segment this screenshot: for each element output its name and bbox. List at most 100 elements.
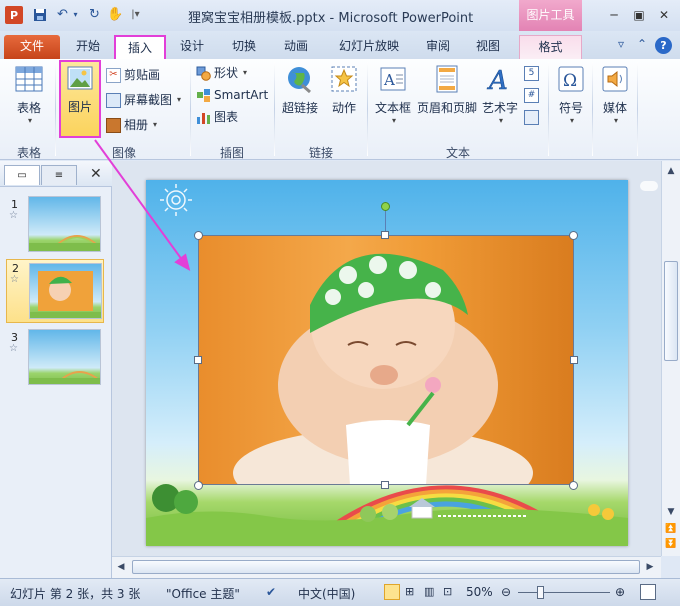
album-button[interactable]: 相册 ▾ <box>106 115 157 135</box>
slides-tab-icon[interactable]: ▭ <box>4 165 40 185</box>
format-painter-icon[interactable]: ✋ <box>107 6 124 23</box>
hyperlink-globe-icon <box>284 63 316 95</box>
resize-handle-top-left[interactable] <box>194 231 203 240</box>
scroll-down-icon[interactable]: ▼ <box>665 506 677 518</box>
tab-transitions[interactable]: 切换 <box>224 35 264 59</box>
rotation-handle[interactable] <box>381 202 390 211</box>
picture-label: 图片 <box>67 100 92 114</box>
picture-button[interactable]: 图片 <box>59 60 101 138</box>
clipart-button[interactable]: ✂ 剪贴画 <box>106 65 160 85</box>
zoom-in-icon[interactable]: ⊕ <box>615 585 625 599</box>
slide-sorter-view-icon[interactable]: ⊞ <box>405 585 414 598</box>
title-bar: P ↶ ▾ ↻ ✋ |▾ 狸窝宝宝相册模板.pptx - Microsoft P… <box>0 0 680 31</box>
resize-handle-right[interactable] <box>570 356 578 364</box>
redo-icon[interactable]: ↻ <box>86 6 103 23</box>
horizontal-scroll-thumb[interactable] <box>132 560 640 574</box>
zoom-slider-thumb[interactable] <box>537 586 544 599</box>
slide-number-icon: # <box>524 87 539 103</box>
scroll-up-icon[interactable]: ▲ <box>665 165 677 177</box>
slide-thumbnail-image <box>28 329 101 385</box>
smartart-label: SmartArt <box>214 88 269 102</box>
symbol-button[interactable]: Ω 符号 ▾ <box>553 63 589 125</box>
date-time-button[interactable]: 5 <box>524 63 539 83</box>
textbox-icon: A <box>377 63 409 95</box>
tab-file[interactable]: 文件 <box>4 35 60 59</box>
screenshot-button[interactable]: 屏幕截图 ▾ <box>106 90 181 110</box>
slides-pane: ▭ ≡ ✕ 1 ☆ 2 ☆ 3 ☆ <box>0 161 112 578</box>
resize-handle-left[interactable] <box>194 356 202 364</box>
next-slide-icon[interactable]: ⏬ <box>665 538 677 550</box>
shapes-icon <box>196 66 211 81</box>
help-icon[interactable]: ? <box>655 37 672 54</box>
smartart-button[interactable]: SmartArt <box>196 85 268 105</box>
album-dropdown-icon: ▾ <box>153 120 158 129</box>
chart-button[interactable]: 图表 <box>196 107 238 127</box>
previous-slide-icon[interactable]: ⏫ <box>665 523 677 535</box>
tab-view[interactable]: 视图 <box>468 35 508 59</box>
fit-to-window-icon[interactable] <box>640 584 656 600</box>
header-footer-button[interactable]: 页眉和页脚 <box>416 63 478 116</box>
customize-toolbar-icon[interactable]: |▾ <box>127 6 144 23</box>
hyperlink-label: 超链接 <box>281 101 318 115</box>
status-bar: 幻灯片 第 2 张，共 3 张 "Office 主题" ✔ 中文(中国) ⊞ ▥… <box>0 578 680 606</box>
clipart-icon: ✂ <box>106 67 121 83</box>
minimize-ribbon-icon[interactable]: ⌃ <box>637 37 647 51</box>
zoom-level[interactable]: 50% <box>466 585 493 599</box>
scroll-left-icon[interactable]: ◀ <box>115 561 127 573</box>
tab-design[interactable]: 设计 <box>172 35 212 59</box>
wordart-button[interactable]: A 艺术字 ▾ <box>480 63 520 125</box>
normal-view-icon[interactable] <box>384 584 400 600</box>
language-indicator[interactable]: 中文(中国) <box>298 585 355 602</box>
window-title: 狸窝宝宝相册模板.pptx - Microsoft PowerPoint <box>188 11 474 26</box>
slideshow-view-icon[interactable]: ⊡ <box>443 585 452 598</box>
resize-handle-bottom[interactable] <box>381 481 389 489</box>
svg-text:A: A <box>383 71 395 89</box>
resize-handle-bottom-right[interactable] <box>569 481 578 490</box>
slide-thumbnail-1[interactable]: 1 ☆ <box>0 196 112 258</box>
undo-dropdown-icon[interactable]: ▾ <box>67 6 84 23</box>
object-button[interactable] <box>524 107 539 127</box>
theme-name[interactable]: "Office 主题" <box>166 585 240 602</box>
tab-home[interactable]: 开始 <box>68 35 108 59</box>
tab-slideshow[interactable]: 幻灯片放映 <box>332 35 406 59</box>
save-icon[interactable] <box>31 6 48 23</box>
minimize-icon[interactable]: ─ <box>603 6 625 24</box>
vertical-scroll-thumb[interactable] <box>664 261 678 361</box>
resize-handle-top-right[interactable] <box>569 231 578 240</box>
textbox-button[interactable]: A 文本框 ▾ <box>372 63 414 125</box>
header-footer-label: 页眉和页脚 <box>416 101 477 115</box>
close-pane-icon[interactable]: ✕ <box>90 166 102 182</box>
table-button[interactable]: 表格 ▾ <box>8 63 50 125</box>
ribbon-insert: 表格 ▾ 表格 图片 ✂ 剪贴画 屏幕截图 ▾ 相册 ▾ 图像 形状 ▾ Sma… <box>0 59 680 160</box>
ribbon-dropdown-icon[interactable]: ▿ <box>618 37 624 51</box>
tab-animations[interactable]: 动画 <box>276 35 316 59</box>
slide-number-button[interactable]: # <box>524 85 539 105</box>
outline-tab-icon[interactable]: ≡ <box>41 165 77 185</box>
vertical-scrollbar[interactable]: ▲ ▼ ⏫ ⏬ <box>661 161 680 556</box>
hyperlink-button[interactable]: 超链接 <box>280 63 320 116</box>
tab-format[interactable]: 格式 <box>519 35 582 59</box>
powerpoint-app-icon[interactable]: P <box>5 6 23 24</box>
current-slide[interactable] <box>146 180 628 546</box>
reading-view-icon[interactable]: ▥ <box>424 585 434 598</box>
media-button[interactable]: 媒体 ▾ <box>597 63 633 125</box>
group-label-images: 图像 <box>111 146 136 160</box>
tab-review[interactable]: 审阅 <box>418 35 458 59</box>
slide-thumbnail-2[interactable]: 2 ☆ <box>6 259 104 323</box>
tab-insert[interactable]: 插入 <box>114 35 166 59</box>
resize-handle-bottom-left[interactable] <box>194 481 203 490</box>
transition-star-icon: ☆ <box>10 274 19 285</box>
spellcheck-icon[interactable]: ✔ <box>266 585 276 599</box>
close-window-icon[interactable]: ✕ <box>653 6 675 24</box>
resize-handle-top[interactable] <box>381 231 389 239</box>
group-label-text: 文本 <box>445 146 470 160</box>
textbox-label: 文本框 <box>374 101 411 115</box>
zoom-slider-track[interactable] <box>518 592 610 593</box>
horizontal-scrollbar[interactable]: ◀ ▶ <box>112 556 661 578</box>
slide-thumbnail-3[interactable]: 3 ☆ <box>0 329 112 391</box>
action-button[interactable]: 动作 <box>326 63 362 116</box>
restore-icon[interactable]: ▣ <box>628 6 650 24</box>
scroll-right-icon[interactable]: ▶ <box>644 561 656 573</box>
shapes-button[interactable]: 形状 ▾ <box>196 63 247 83</box>
zoom-out-icon[interactable]: ⊖ <box>501 585 511 599</box>
